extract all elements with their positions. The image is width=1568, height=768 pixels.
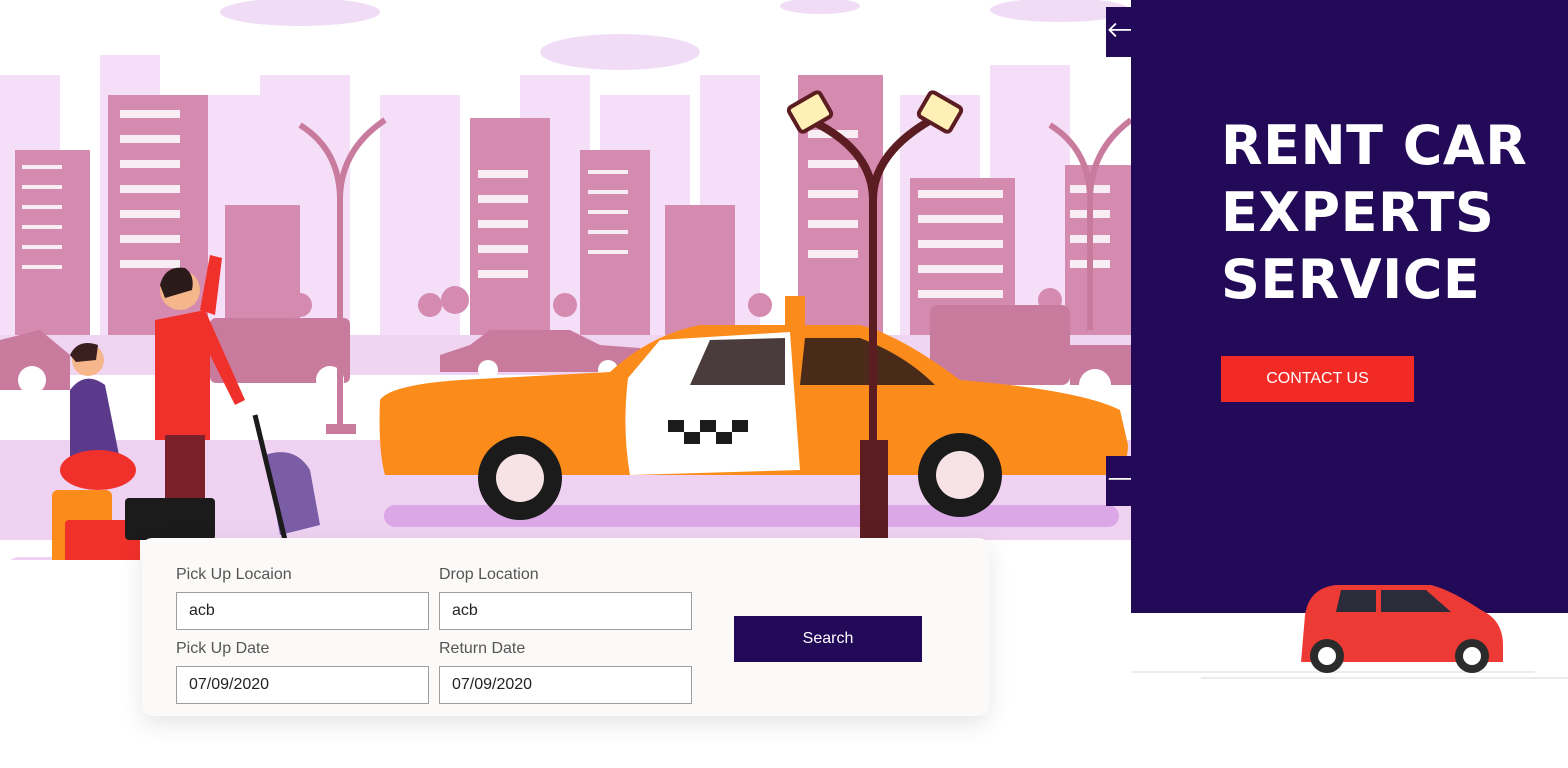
pickup-location-input[interactable]: [176, 592, 429, 630]
pickup-date-input[interactable]: [176, 666, 429, 704]
pickup-location-label: Pick Up Locaion: [176, 566, 292, 583]
hero-headline: RENT CAR EXPERTS SERVICE: [1221, 114, 1528, 311]
return-date-label: Return Date: [439, 640, 526, 657]
return-date-field: Return Date: [439, 638, 692, 704]
slider-next-button[interactable]: 🡒: [1106, 456, 1165, 506]
drop-location-input[interactable]: [439, 592, 692, 630]
drop-location-field: Drop Location: [439, 564, 692, 630]
pickup-location-field: Pick Up Locaion: [176, 564, 429, 630]
return-date-input[interactable]: [439, 666, 692, 704]
contact-us-button[interactable]: CONTACT US: [1221, 356, 1414, 402]
hero-illustration: [0, 0, 1131, 560]
drop-location-label: Drop Location: [439, 566, 539, 583]
city-taxi-illustration: [0, 0, 1131, 560]
red-car-illustration: [1131, 585, 1568, 679]
search-button[interactable]: Search: [734, 616, 922, 662]
slider-prev-button[interactable]: 🡐: [1106, 7, 1165, 57]
hero-panel: RENT CAR EXPERTS SERVICE CONTACT US: [1131, 0, 1568, 613]
pickup-date-label: Pick Up Date: [176, 640, 270, 657]
search-form: Pick Up Locaion Drop Location Pick Up Da…: [142, 538, 989, 716]
pickup-date-field: Pick Up Date: [176, 638, 429, 704]
